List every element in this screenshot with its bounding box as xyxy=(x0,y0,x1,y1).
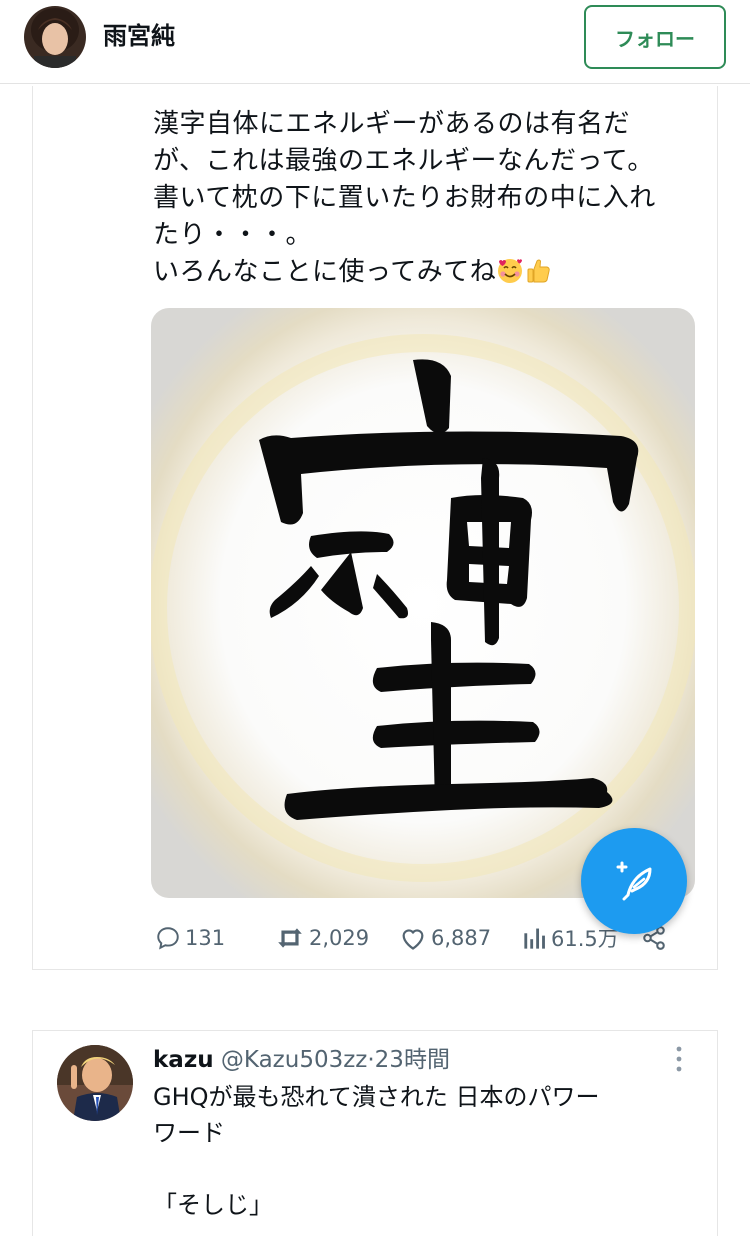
views-icon xyxy=(524,928,545,949)
tweet-text: 漢字自体にエネルギーがあるのは有名だ が、これは最強のエネルギーなんだって。 書… xyxy=(153,106,703,291)
tweet-card[interactable]: 漢字自体にエネルギーがあるのは有名だ が、これは最強のエネルギーなんだって。 書… xyxy=(32,86,718,970)
more-options-icon[interactable] xyxy=(675,1045,683,1073)
reply-button[interactable]: 131 xyxy=(155,918,225,958)
meta-separator: · xyxy=(367,1047,375,1073)
smiling-face-with-hearts-icon xyxy=(496,257,524,285)
user-handle[interactable]: @Kazu503zz xyxy=(221,1047,367,1073)
profile-name[interactable]: 雨宮純 xyxy=(103,20,175,52)
compose-button[interactable] xyxy=(581,828,687,934)
tweet-line: ワード xyxy=(153,1119,225,1147)
thumbs-up-icon xyxy=(524,257,552,285)
tweet-line: が、これは最強のエネルギーなんだって。 xyxy=(153,146,654,176)
retweet-button[interactable]: 2,029 xyxy=(275,918,369,958)
username[interactable]: kazu xyxy=(153,1047,214,1073)
tweet-line-last: いろんなことに使ってみてね xyxy=(153,254,703,291)
like-icon xyxy=(402,929,424,950)
avatar[interactable] xyxy=(24,6,86,68)
like-button[interactable]: 6,887 xyxy=(399,918,491,958)
like-count: 6,887 xyxy=(431,926,492,950)
tweet-card-2[interactable]: kazu @Kazu503zz·23時間 GHQが最も恐れて潰された 日本のパワ… xyxy=(32,1030,718,1236)
tweet-line: 「そしじ」 xyxy=(153,1191,273,1219)
profile-header: 雨宮純 フォロー xyxy=(0,0,750,84)
reply-count: 131 xyxy=(185,926,226,950)
compose-icon xyxy=(616,861,652,901)
tweet-line: GHQが最も恐れて潰された 日本のパワー xyxy=(153,1083,600,1111)
tweet-line xyxy=(153,1151,693,1187)
tweet-line: 書いて枕の下に置いたりお財布の中に入れ xyxy=(153,183,656,213)
tweet-line: 漢字自体にエネルギーがあるのは有名だ xyxy=(153,109,631,139)
tweet-text: GHQが最も恐れて潰された 日本のパワー ワード 「そしじ」 xyxy=(153,1079,693,1223)
follow-button[interactable]: フォロー xyxy=(584,5,726,69)
calligraphy-kanji-image[interactable] xyxy=(151,308,695,898)
retweet-icon xyxy=(278,928,302,948)
retweet-count: 2,029 xyxy=(309,926,370,950)
tweet-meta: kazu @Kazu503zz·23時間 xyxy=(153,1043,450,1077)
reply-icon xyxy=(157,927,179,950)
tweet-time[interactable]: 23時間 xyxy=(375,1047,450,1073)
tweet-line: たり・・・。 xyxy=(153,220,313,250)
avatar[interactable] xyxy=(57,1045,133,1121)
